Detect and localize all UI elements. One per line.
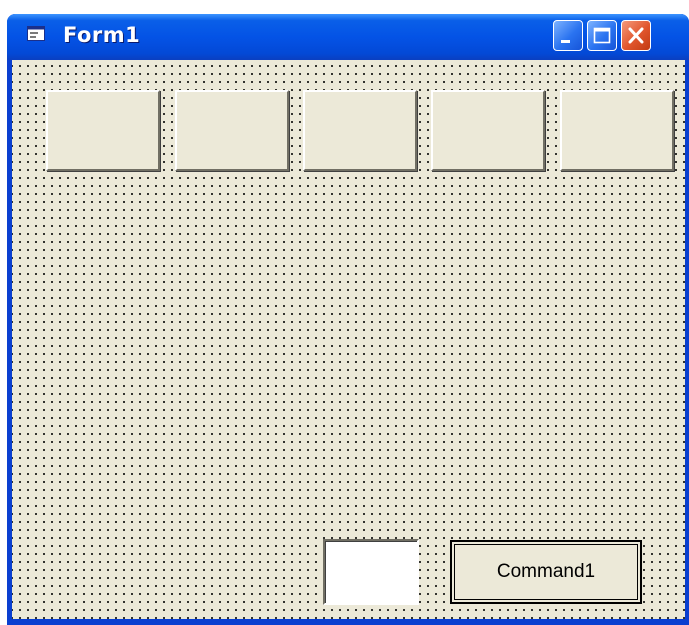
title-bar[interactable]: Form1 — [7, 14, 689, 60]
command-button-2[interactable] — [175, 90, 289, 171]
text-box[interactable] — [323, 539, 419, 605]
form-client-area[interactable]: Command1 — [12, 60, 685, 619]
window-title: Form1 — [63, 23, 141, 47]
close-button[interactable] — [621, 20, 651, 51]
form-window: Form1 Command1 — [7, 14, 689, 625]
maximize-button[interactable] — [587, 20, 617, 51]
command-button-5[interactable] — [560, 90, 674, 171]
form-icon[interactable] — [27, 26, 45, 41]
maximize-icon — [593, 27, 611, 44]
minimize-icon — [561, 40, 570, 43]
command1-button[interactable]: Command1 — [450, 540, 642, 604]
command-button-1[interactable] — [46, 90, 160, 171]
close-icon — [628, 27, 644, 44]
command-button-4[interactable] — [431, 90, 545, 171]
minimize-button[interactable] — [553, 20, 583, 51]
command-button-3[interactable] — [303, 90, 417, 171]
